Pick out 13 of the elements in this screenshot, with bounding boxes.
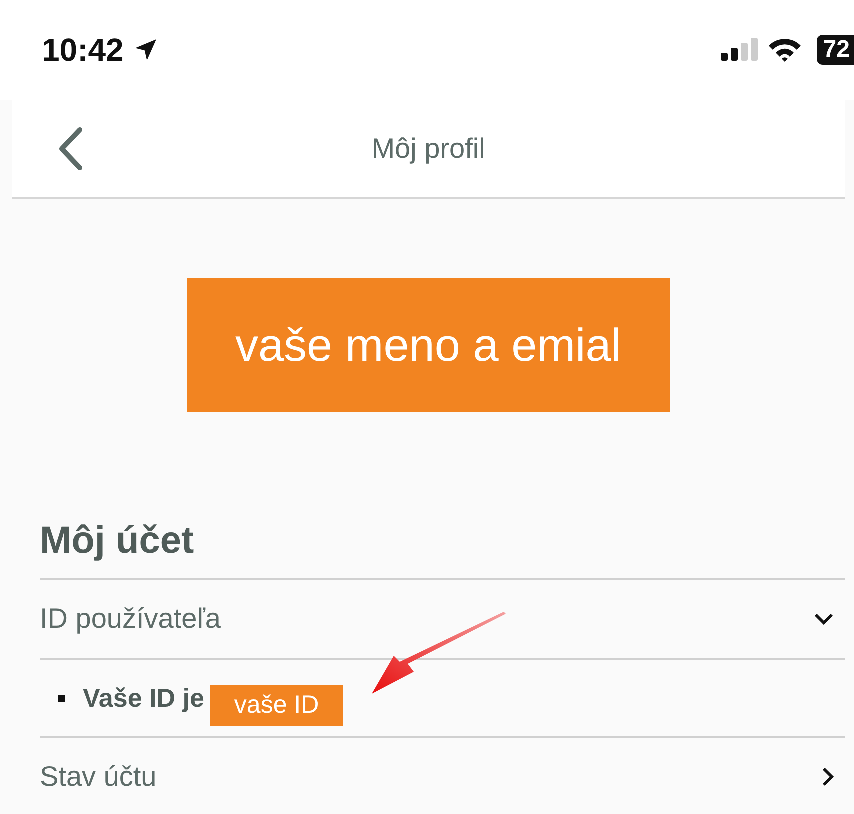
- page-title: Môj profil: [372, 132, 486, 164]
- bullet-icon: [58, 694, 65, 702]
- battery-level: 72: [817, 35, 854, 65]
- annotation-label: vaše meno a emial: [187, 278, 670, 412]
- chevron-down-icon: [813, 612, 835, 626]
- chevron-right-icon: [821, 766, 835, 788]
- id-label: Vaše ID je: [83, 682, 204, 714]
- list-row[interactable]: Stav účtu: [40, 738, 845, 814]
- wifi-icon: [767, 37, 804, 63]
- signal-icon: [719, 37, 760, 63]
- section-heading: Môj účet: [40, 520, 196, 564]
- annotation-label: vaše ID: [210, 684, 344, 726]
- status-time: 10:42: [42, 32, 124, 68]
